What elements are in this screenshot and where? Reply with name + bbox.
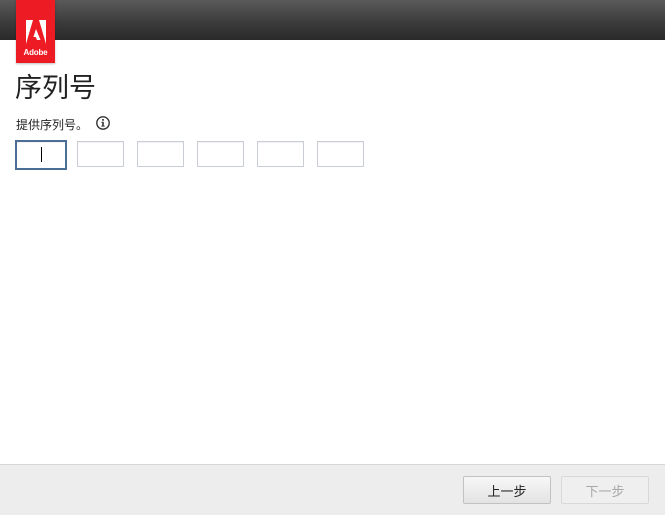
- subtitle-text: 提供序列号。: [16, 117, 89, 132]
- info-icon[interactable]: [96, 116, 110, 130]
- text-caret: [41, 147, 42, 162]
- serial-field-6[interactable]: [317, 141, 364, 167]
- serial-field-4[interactable]: [197, 141, 244, 167]
- page-title: 序列号: [15, 73, 96, 104]
- subtitle-row: 提供序列号。: [16, 115, 110, 133]
- serial-field-3[interactable]: [137, 141, 184, 167]
- next-button[interactable]: 下一步: [561, 476, 649, 504]
- back-button[interactable]: 上一步: [463, 476, 551, 504]
- adobe-logo-text: Adobe: [23, 48, 48, 57]
- adobe-logo: Adobe: [16, 0, 55, 63]
- adobe-a-icon: [26, 20, 46, 44]
- serial-field-2[interactable]: [77, 141, 124, 167]
- top-bar: [0, 0, 665, 40]
- serial-field-5[interactable]: [257, 141, 304, 167]
